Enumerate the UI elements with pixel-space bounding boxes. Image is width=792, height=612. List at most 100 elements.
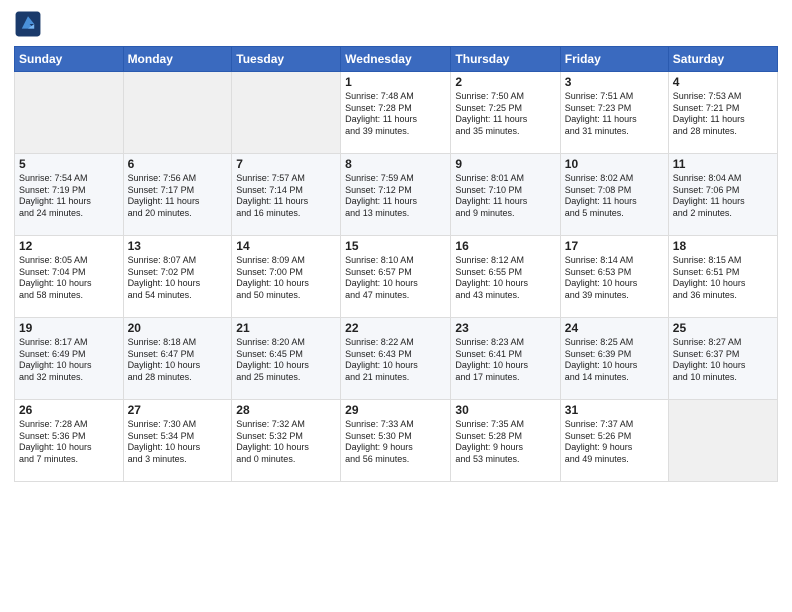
day-number: 13 <box>128 239 228 253</box>
day-number: 6 <box>128 157 228 171</box>
day-info: Sunrise: 7:32 AM <box>236 419 336 431</box>
day-number: 21 <box>236 321 336 335</box>
day-info: and 24 minutes. <box>19 208 119 220</box>
day-number: 17 <box>565 239 664 253</box>
day-number: 8 <box>345 157 446 171</box>
calendar-cell: 4Sunrise: 7:53 AMSunset: 7:21 PMDaylight… <box>668 72 777 154</box>
day-info: Sunset: 7:04 PM <box>19 267 119 279</box>
day-info: Sunset: 7:10 PM <box>455 185 555 197</box>
day-info: Sunrise: 7:30 AM <box>128 419 228 431</box>
calendar-cell: 31Sunrise: 7:37 AMSunset: 5:26 PMDayligh… <box>560 400 668 482</box>
day-info: Daylight: 10 hours <box>128 278 228 290</box>
weekday-header: Sunday <box>15 47 124 72</box>
day-info: Sunset: 6:41 PM <box>455 349 555 361</box>
day-info: Sunset: 7:08 PM <box>565 185 664 197</box>
day-info: Sunset: 6:49 PM <box>19 349 119 361</box>
day-info: and 9 minutes. <box>455 208 555 220</box>
day-info: Sunrise: 8:20 AM <box>236 337 336 349</box>
day-info: Sunset: 6:37 PM <box>673 349 773 361</box>
day-info: Daylight: 9 hours <box>565 442 664 454</box>
weekday-header: Wednesday <box>341 47 451 72</box>
calendar-cell: 15Sunrise: 8:10 AMSunset: 6:57 PMDayligh… <box>341 236 451 318</box>
calendar-cell: 30Sunrise: 7:35 AMSunset: 5:28 PMDayligh… <box>451 400 560 482</box>
calendar-cell: 21Sunrise: 8:20 AMSunset: 6:45 PMDayligh… <box>232 318 341 400</box>
day-number: 14 <box>236 239 336 253</box>
calendar-cell <box>123 72 232 154</box>
calendar-week-row: 12Sunrise: 8:05 AMSunset: 7:04 PMDayligh… <box>15 236 778 318</box>
day-info: Sunset: 7:12 PM <box>345 185 446 197</box>
day-info: Daylight: 10 hours <box>345 360 446 372</box>
day-number: 25 <box>673 321 773 335</box>
calendar-cell: 3Sunrise: 7:51 AMSunset: 7:23 PMDaylight… <box>560 72 668 154</box>
day-info: and 28 minutes. <box>673 126 773 138</box>
day-info: and 28 minutes. <box>128 372 228 384</box>
day-info: Sunset: 7:21 PM <box>673 103 773 115</box>
calendar-cell: 18Sunrise: 8:15 AMSunset: 6:51 PMDayligh… <box>668 236 777 318</box>
day-info: Sunrise: 8:23 AM <box>455 337 555 349</box>
day-info: and 35 minutes. <box>455 126 555 138</box>
day-info: Daylight: 11 hours <box>673 114 773 126</box>
day-info: and 31 minutes. <box>565 126 664 138</box>
day-info: Sunrise: 7:54 AM <box>19 173 119 185</box>
day-info: Sunrise: 8:14 AM <box>565 255 664 267</box>
calendar-cell: 10Sunrise: 8:02 AMSunset: 7:08 PMDayligh… <box>560 154 668 236</box>
day-info: and 39 minutes. <box>565 290 664 302</box>
day-number: 18 <box>673 239 773 253</box>
calendar-cell: 20Sunrise: 8:18 AMSunset: 6:47 PMDayligh… <box>123 318 232 400</box>
day-number: 29 <box>345 403 446 417</box>
calendar-cell: 7Sunrise: 7:57 AMSunset: 7:14 PMDaylight… <box>232 154 341 236</box>
day-info: Daylight: 10 hours <box>565 360 664 372</box>
day-number: 22 <box>345 321 446 335</box>
day-info: Sunset: 6:45 PM <box>236 349 336 361</box>
calendar-cell: 17Sunrise: 8:14 AMSunset: 6:53 PMDayligh… <box>560 236 668 318</box>
day-info: Daylight: 11 hours <box>565 196 664 208</box>
day-info: and 47 minutes. <box>345 290 446 302</box>
calendar-cell: 2Sunrise: 7:50 AMSunset: 7:25 PMDaylight… <box>451 72 560 154</box>
calendar-cell: 16Sunrise: 8:12 AMSunset: 6:55 PMDayligh… <box>451 236 560 318</box>
day-number: 4 <box>673 75 773 89</box>
day-info: Daylight: 10 hours <box>128 360 228 372</box>
weekday-header: Monday <box>123 47 232 72</box>
page: SundayMondayTuesdayWednesdayThursdayFrid… <box>0 0 792 612</box>
calendar-cell <box>668 400 777 482</box>
calendar-cell: 24Sunrise: 8:25 AMSunset: 6:39 PMDayligh… <box>560 318 668 400</box>
day-info: Daylight: 10 hours <box>673 278 773 290</box>
day-info: Daylight: 10 hours <box>128 442 228 454</box>
day-info: Sunset: 7:00 PM <box>236 267 336 279</box>
day-info: Daylight: 11 hours <box>345 114 446 126</box>
day-info: Sunrise: 8:07 AM <box>128 255 228 267</box>
day-info: Daylight: 11 hours <box>345 196 446 208</box>
day-info: Daylight: 10 hours <box>236 278 336 290</box>
day-number: 2 <box>455 75 555 89</box>
day-info: Sunrise: 8:25 AM <box>565 337 664 349</box>
day-info: Sunset: 6:43 PM <box>345 349 446 361</box>
day-number: 7 <box>236 157 336 171</box>
day-info: Sunset: 7:02 PM <box>128 267 228 279</box>
day-number: 31 <box>565 403 664 417</box>
day-number: 15 <box>345 239 446 253</box>
day-info: and 14 minutes. <box>565 372 664 384</box>
day-number: 16 <box>455 239 555 253</box>
day-info: Sunrise: 7:57 AM <box>236 173 336 185</box>
day-number: 12 <box>19 239 119 253</box>
day-info: Sunset: 6:47 PM <box>128 349 228 361</box>
day-number: 10 <box>565 157 664 171</box>
day-info: and 20 minutes. <box>128 208 228 220</box>
day-info: Daylight: 11 hours <box>19 196 119 208</box>
calendar-cell: 28Sunrise: 7:32 AMSunset: 5:32 PMDayligh… <box>232 400 341 482</box>
day-info: Sunrise: 7:28 AM <box>19 419 119 431</box>
day-info: and 21 minutes. <box>345 372 446 384</box>
day-info: Sunset: 7:14 PM <box>236 185 336 197</box>
day-info: Daylight: 10 hours <box>19 278 119 290</box>
day-info: Sunset: 5:32 PM <box>236 431 336 443</box>
day-info: and 17 minutes. <box>455 372 555 384</box>
day-info: and 3 minutes. <box>128 454 228 466</box>
day-number: 27 <box>128 403 228 417</box>
day-info: Sunrise: 8:01 AM <box>455 173 555 185</box>
day-info: Sunrise: 7:51 AM <box>565 91 664 103</box>
day-info: Sunrise: 8:12 AM <box>455 255 555 267</box>
day-info: Sunrise: 8:04 AM <box>673 173 773 185</box>
day-info: Daylight: 10 hours <box>455 278 555 290</box>
weekday-header: Friday <box>560 47 668 72</box>
calendar-table: SundayMondayTuesdayWednesdayThursdayFrid… <box>14 46 778 482</box>
